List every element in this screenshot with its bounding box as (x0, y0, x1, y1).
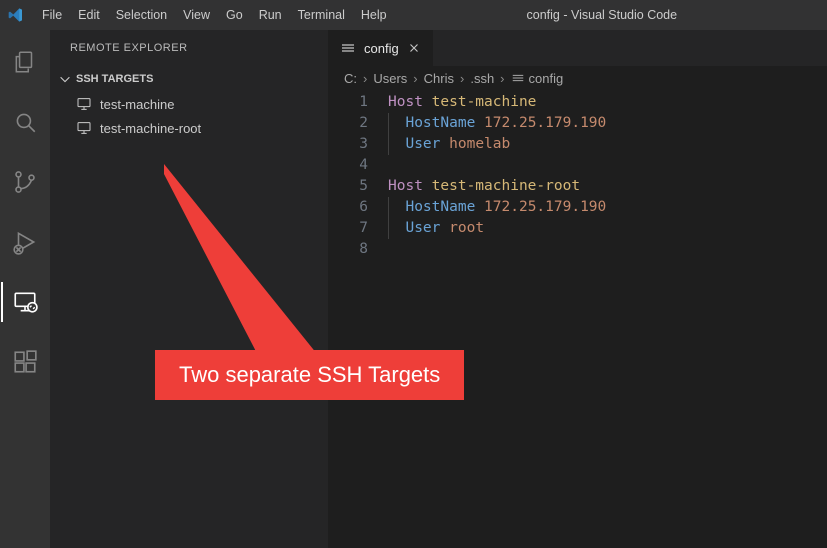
line-number: 4 (328, 155, 368, 176)
monitor-icon (76, 96, 92, 112)
line-number: 3 (328, 134, 368, 155)
ssh-targets-section[interactable]: SSH TARGETS (50, 66, 328, 92)
activity-source-control[interactable] (1, 162, 49, 202)
line-number-gutter: 12345678 (328, 92, 388, 548)
menu-run[interactable]: Run (251, 4, 290, 26)
activity-remote-explorer[interactable] (1, 282, 49, 322)
chevron-right-icon: › (460, 71, 464, 86)
code-line[interactable]: HostName 172.25.179.190 (388, 197, 827, 218)
menu-help[interactable]: Help (353, 4, 395, 26)
code-line[interactable]: HostName 172.25.179.190 (388, 113, 827, 134)
app-menu: File Edit Selection View Go Run Terminal… (34, 4, 395, 26)
sidebar: REMOTE EXPLORER SSH TARGETS test-machine… (50, 30, 328, 548)
menu-selection[interactable]: Selection (108, 4, 175, 26)
activity-run-debug[interactable] (1, 222, 49, 262)
line-number: 2 (328, 113, 368, 134)
breadcrumb-segment[interactable]: .ssh (470, 71, 494, 86)
menu-terminal[interactable]: Terminal (290, 4, 353, 26)
code-editor[interactable]: 12345678 Host test-machine HostName 172.… (328, 90, 827, 548)
line-number: 1 (328, 92, 368, 113)
ssh-target-item[interactable]: test-machine (50, 92, 328, 116)
vscode-logo-icon (8, 7, 24, 23)
line-number: 6 (328, 197, 368, 218)
code-line[interactable]: User homelab (388, 134, 827, 155)
ssh-target-item[interactable]: test-machine-root (50, 116, 328, 140)
callout-box: Two separate SSH Targets (155, 350, 464, 400)
chevron-right-icon: › (413, 71, 417, 86)
title-bar: File Edit Selection View Go Run Terminal… (0, 0, 827, 30)
activity-search[interactable] (1, 102, 49, 142)
editor-area: config C: › Users › Chris › .ssh › config 123456… (328, 30, 827, 548)
breadcrumb-segment[interactable]: C: (344, 71, 357, 86)
line-number: 7 (328, 218, 368, 239)
settings-icon (340, 40, 356, 56)
activity-bar (0, 30, 50, 548)
code-line[interactable]: User root (388, 218, 827, 239)
line-number: 5 (328, 176, 368, 197)
close-icon[interactable] (407, 41, 421, 55)
tab-label: config (364, 41, 399, 56)
sidebar-title-label: REMOTE EXPLORER (70, 42, 188, 54)
ssh-targets-list: test-machine test-machine-root (50, 92, 328, 140)
sidebar-title: REMOTE EXPLORER (50, 30, 328, 66)
editor-tabs: config (328, 30, 827, 66)
activity-extensions[interactable] (1, 342, 49, 382)
ssh-target-label: test-machine-root (100, 121, 201, 136)
menu-go[interactable]: Go (218, 4, 251, 26)
code-line[interactable] (388, 239, 827, 260)
code-content[interactable]: Host test-machine HostName 172.25.179.19… (388, 92, 827, 548)
breadcrumb-segment[interactable]: config (511, 71, 564, 86)
code-line[interactable]: Host test-machine (388, 92, 827, 113)
chevron-right-icon: › (363, 71, 367, 86)
breadcrumb-segment[interactable]: Users (373, 71, 407, 86)
activity-files[interactable] (1, 42, 49, 82)
menu-file[interactable]: File (34, 4, 70, 26)
breadcrumbs[interactable]: C: › Users › Chris › .ssh › config (328, 66, 827, 90)
chevron-right-icon: › (500, 71, 504, 86)
window-title: config - Visual Studio Code (395, 8, 819, 22)
monitor-icon (76, 120, 92, 136)
code-line[interactable] (388, 155, 827, 176)
code-line[interactable]: Host test-machine-root (388, 176, 827, 197)
callout-text: Two separate SSH Targets (179, 362, 440, 387)
menu-view[interactable]: View (175, 4, 218, 26)
breadcrumb-segment[interactable]: Chris (424, 71, 454, 86)
chevron-down-icon (58, 72, 72, 86)
tab-config[interactable]: config (328, 30, 434, 66)
line-number: 8 (328, 239, 368, 260)
settings-icon (511, 71, 525, 85)
menu-edit[interactable]: Edit (70, 4, 108, 26)
ssh-target-label: test-machine (100, 97, 174, 112)
ssh-targets-label: SSH TARGETS (76, 73, 153, 85)
